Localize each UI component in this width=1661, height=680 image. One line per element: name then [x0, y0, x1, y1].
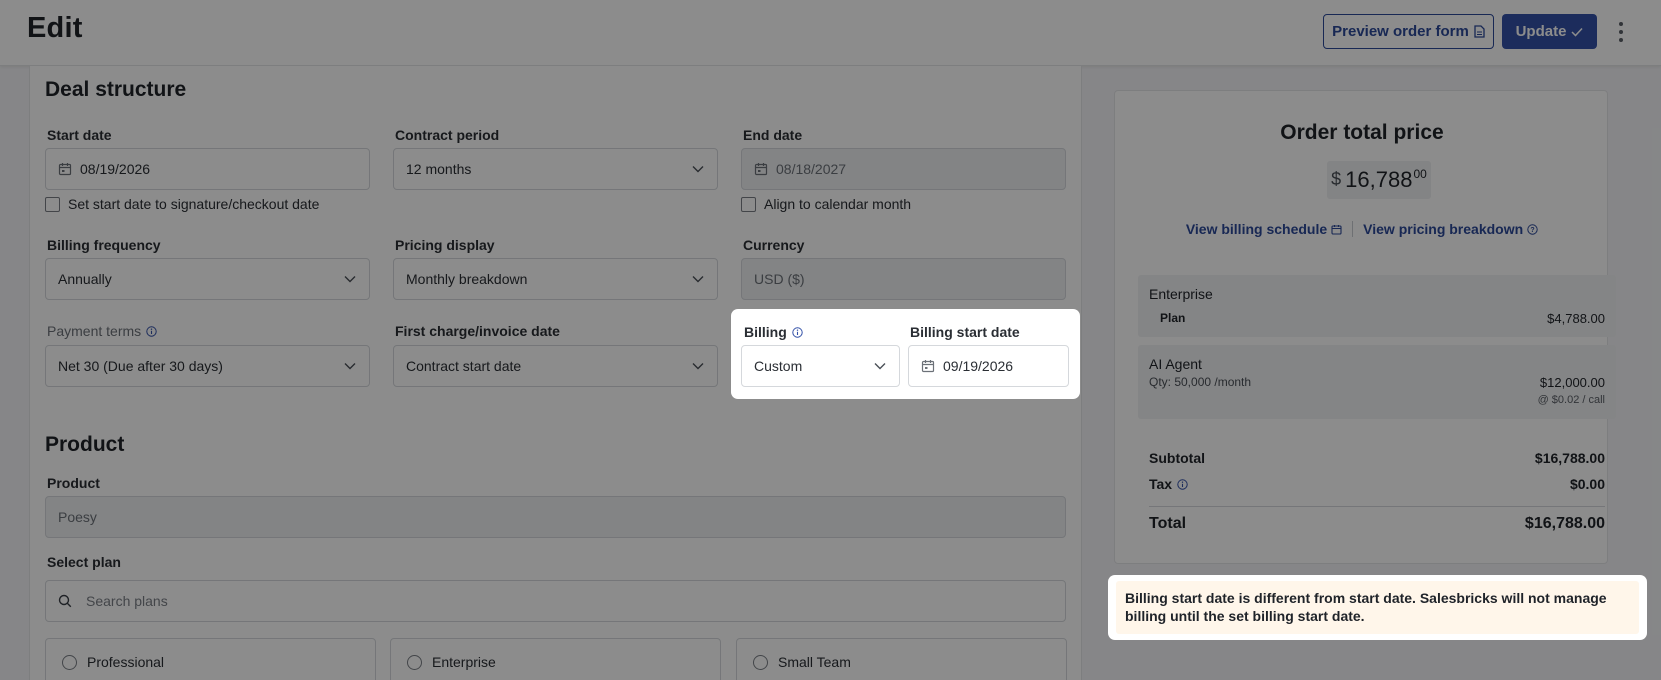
billing-select[interactable]: Custom — [741, 345, 900, 387]
billing-start-date-field[interactable]: 09/19/2026 — [908, 345, 1069, 387]
billing-start-date-value: 09/19/2026 — [943, 358, 1014, 374]
billing-start-date-label: Billing start date — [910, 324, 1020, 340]
billing-label: Billing — [744, 324, 803, 340]
billing-spotlight: Billing Custom Billing start date 09/19/… — [731, 309, 1080, 399]
billing-notice-spotlight: Billing start date is different from sta… — [1108, 575, 1647, 640]
billing-notice-text: Billing start date is different from sta… — [1116, 581, 1639, 634]
billing-label-text: Billing — [744, 324, 787, 340]
chevron-down-icon — [874, 363, 886, 370]
billing-value: Custom — [754, 358, 803, 374]
info-icon[interactable] — [792, 326, 803, 338]
calendar-icon — [921, 360, 935, 373]
